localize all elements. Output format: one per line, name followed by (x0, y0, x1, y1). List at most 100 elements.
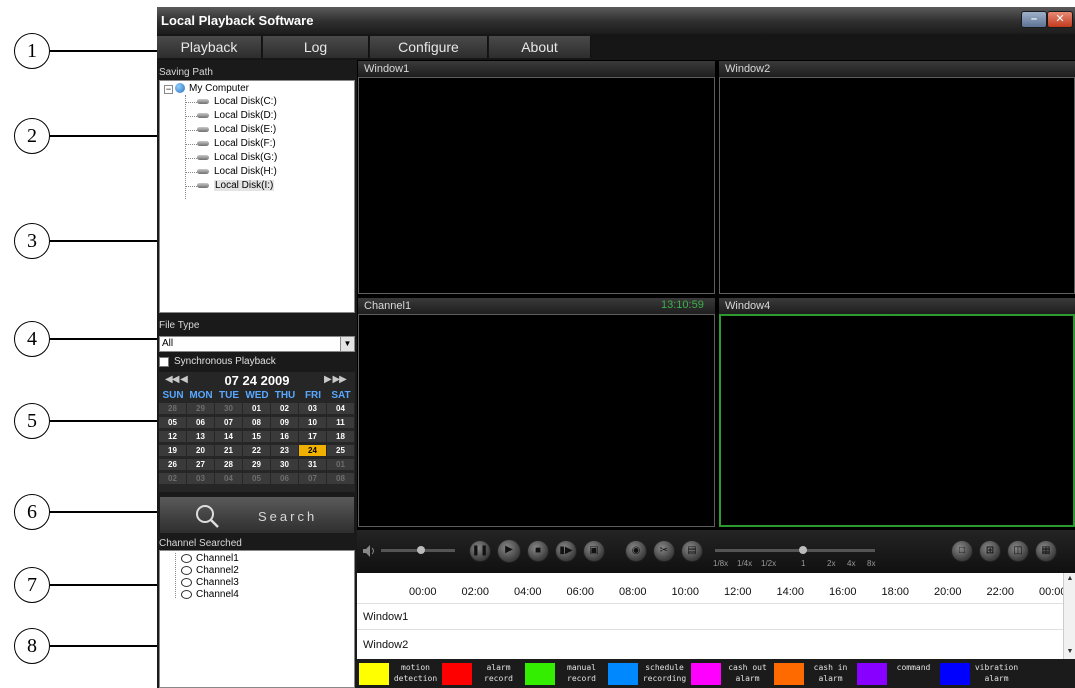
scroll-down-icon[interactable]: ▼ (1065, 647, 1075, 657)
minimize-button[interactable]: – (1021, 11, 1047, 28)
step-forward-icon[interactable]: ▮▶ (555, 540, 577, 562)
calendar-day[interactable]: 03 (187, 473, 214, 484)
calendar-day[interactable]: 28 (215, 459, 242, 470)
pip-view-icon[interactable]: ◫ (1007, 540, 1029, 562)
tree-node-disk-c[interactable]: Local Disk(C:) (197, 96, 277, 108)
calendar-day[interactable]: 02 (159, 473, 186, 484)
file-type-select[interactable]: All ▼ (159, 336, 355, 352)
calendar-day[interactable]: 31 (299, 459, 326, 470)
search-button[interactable]: Search (159, 496, 355, 534)
scroll-up-icon[interactable]: ▲ (1065, 574, 1075, 584)
calendar-day[interactable]: 01 (327, 459, 354, 470)
menu-log[interactable]: Log (263, 36, 369, 58)
calendar-day[interactable]: 15 (243, 431, 270, 442)
calendar-day[interactable]: 29 (187, 403, 214, 414)
tree-node-disk-f[interactable]: Local Disk(F:) (197, 138, 276, 150)
calendar-day[interactable]: 27 (187, 459, 214, 470)
calendar-day[interactable]: 30 (215, 403, 242, 414)
calendar-day[interactable]: 30 (271, 459, 298, 470)
calendar-day[interactable]: 21 (215, 445, 242, 456)
menu-bar: Playback Log Configure About (157, 34, 1075, 60)
tree-node-disk-h[interactable]: Local Disk(H:) (197, 166, 277, 178)
window4-tab[interactable]: Window4 (719, 298, 1075, 314)
calendar-day[interactable]: 16 (271, 431, 298, 442)
calendar-day[interactable]: 13 (187, 431, 214, 442)
tree-node-disk-d[interactable]: Local Disk(D:) (197, 110, 277, 122)
video-window-3[interactable] (358, 314, 715, 527)
calendar-day[interactable]: 17 (299, 431, 326, 442)
calendar-day[interactable]: 20 (187, 445, 214, 456)
dropdown-arrow-icon[interactable]: ▼ (340, 337, 354, 351)
menu-playback[interactable]: Playback (157, 36, 262, 58)
channel-item-4[interactable]: Channel4 (181, 589, 239, 600)
menu-configure[interactable]: Configure (370, 36, 488, 58)
calendar-day[interactable]: 09 (271, 417, 298, 428)
video-window-2[interactable] (719, 77, 1075, 294)
video-window-4[interactable] (719, 314, 1075, 527)
calendar-day[interactable]: 06 (271, 473, 298, 484)
calendar-day[interactable]: 08 (327, 473, 354, 484)
tree-node-label: Local Disk(D:) (214, 110, 277, 121)
calendar-day[interactable]: 18 (327, 431, 354, 442)
calendar-day[interactable]: 14 (215, 431, 242, 442)
speaker-icon[interactable] (363, 545, 377, 557)
quad-view-icon[interactable]: ⊞ (979, 540, 1001, 562)
calendar-day[interactable]: 10 (299, 417, 326, 428)
speed-label: 1/4x (737, 559, 753, 568)
save-icon[interactable]: ▤ (681, 540, 703, 562)
calendar-day[interactable]: 26 (159, 459, 186, 470)
calendar-day[interactable]: 29 (243, 459, 270, 470)
calendar-day[interactable]: 02 (271, 403, 298, 414)
tree-node-disk-g[interactable]: Local Disk(G:) (197, 152, 277, 164)
calendar-day[interactable]: 04 (215, 473, 242, 484)
calendar-day[interactable]: 05 (243, 473, 270, 484)
title-bar[interactable]: Local Playback Software – ✕ (157, 7, 1075, 34)
calendar-day[interactable]: 07 (215, 417, 242, 428)
speed-slider-thumb[interactable] (799, 546, 807, 554)
calendar-day[interactable]: 11 (327, 417, 354, 428)
tree-connector (185, 158, 197, 159)
calendar-day[interactable]: 03 (299, 403, 326, 414)
calendar-day[interactable]: 12 (159, 431, 186, 442)
calendar-day[interactable]: 06 (187, 417, 214, 428)
sync-playback-checkbox[interactable] (159, 357, 169, 367)
calendar-day[interactable]: 24 (299, 445, 326, 456)
grid-view-icon[interactable]: ▦ (1035, 540, 1057, 562)
window1-tab[interactable]: Window1 (358, 61, 715, 77)
channel-item-2[interactable]: Channel2 (181, 565, 239, 576)
calendar-day[interactable]: 22 (243, 445, 270, 456)
stop-icon[interactable]: ■ (527, 540, 549, 562)
window2-tab[interactable]: Window2 (719, 61, 1075, 77)
tree-node-disk-i[interactable]: Local Disk(I:) (197, 180, 275, 192)
close-button[interactable]: ✕ (1047, 11, 1073, 28)
calendar-day[interactable]: 07 (299, 473, 326, 484)
play-icon[interactable]: ▶ (497, 539, 521, 563)
clip-icon[interactable]: ✂ (653, 540, 675, 562)
calendar-day[interactable]: 01 (243, 403, 270, 414)
timeline[interactable]: 00:00 02:00 04:00 06:00 08:00 10:00 12:00 14:00… (357, 573, 1075, 659)
tree-collapse-toggle[interactable]: − (164, 85, 173, 94)
calendar-day[interactable]: 05 (159, 417, 186, 428)
snapshot-icon[interactable]: ◉ (625, 540, 647, 562)
calendar-next-icon[interactable]: ▶ ▶▶ (324, 374, 347, 385)
menu-about[interactable]: About (489, 36, 591, 58)
volume-slider-thumb[interactable] (417, 546, 425, 554)
single-view-icon[interactable]: □ (951, 540, 973, 562)
tree-node-disk-e[interactable]: Local Disk(E:) (197, 124, 276, 136)
tree-node-label: My Computer (189, 83, 250, 94)
timeline-scrollbar[interactable]: ▲ ▼ (1063, 573, 1075, 659)
calendar-day[interactable]: 19 (159, 445, 186, 456)
channel-item-3[interactable]: Channel3 (181, 577, 239, 588)
channel-list: Channel1 Channel2 Channel3 Channel4 (159, 550, 355, 688)
calendar-day[interactable]: 04 (327, 403, 354, 414)
calendar-day[interactable]: 28 (159, 403, 186, 414)
calendar-day[interactable]: 08 (243, 417, 270, 428)
frame-icon[interactable]: ▣ (583, 540, 605, 562)
tree-node-my-computer[interactable]: My Computer (175, 83, 249, 95)
video-window-1[interactable] (358, 77, 715, 294)
speed-slider[interactable] (715, 549, 875, 552)
channel-item-1[interactable]: Channel1 (181, 553, 239, 564)
pause-icon[interactable]: ❚❚ (469, 540, 491, 562)
calendar-day[interactable]: 25 (327, 445, 354, 456)
calendar-day[interactable]: 23 (271, 445, 298, 456)
